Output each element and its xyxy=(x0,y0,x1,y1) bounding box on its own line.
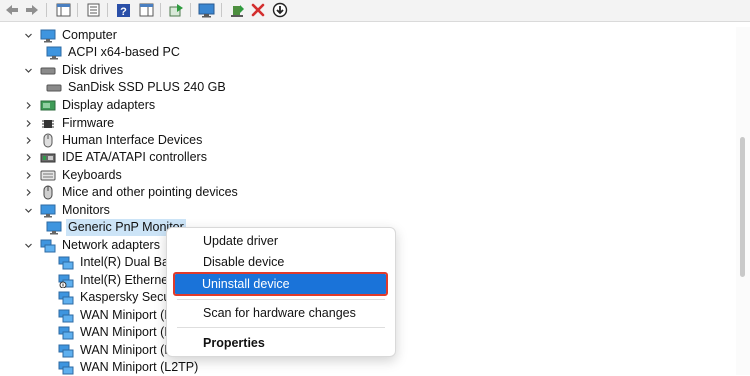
chip-icon xyxy=(40,116,56,131)
tree-item-label: Firmware xyxy=(62,116,115,130)
network-adapter-icon xyxy=(58,255,74,270)
computer-icon xyxy=(46,45,62,60)
monitor-icon xyxy=(40,203,56,218)
network-adapter-icon xyxy=(58,325,74,340)
chevron-right-icon[interactable] xyxy=(22,184,34,201)
menu-item-update-driver[interactable]: Update driver xyxy=(167,231,395,251)
ide-controller-icon xyxy=(40,150,56,165)
tree-item-disk-drives[interactable]: Disk drives xyxy=(22,62,125,79)
network-adapter-icon xyxy=(58,308,74,323)
network-adapter-icon xyxy=(58,343,74,358)
tree-item-computer[interactable]: Computer xyxy=(22,27,119,44)
tree-item-label: Disk drives xyxy=(62,63,124,77)
toolbar: ? xyxy=(0,0,750,22)
chevron-down-icon[interactable] xyxy=(22,62,34,79)
tree-item-label: ACPI x64-based PC xyxy=(68,45,180,59)
chevron-right-icon[interactable] xyxy=(22,115,34,132)
tree-item-ide[interactable]: IDE ATA/ATAPI controllers xyxy=(22,149,209,166)
tree-item-wan-miniport-l2tp[interactable]: WAN Miniport (L2TP) xyxy=(52,359,200,376)
display-adapter-icon xyxy=(40,98,56,113)
network-adapter-icon xyxy=(58,360,74,375)
help-icon[interactable]: ? xyxy=(113,1,133,19)
show-hide-console-tree-icon[interactable] xyxy=(53,1,73,19)
tree-item-generic-pnp-monitor[interactable]: Generic PnP Monitor xyxy=(40,219,186,236)
tree-item-label: Computer xyxy=(62,28,117,42)
network-adapter-disabled-icon xyxy=(58,273,74,288)
tree-item-label: IDE ATA/ATAPI controllers xyxy=(62,150,207,164)
menu-separator xyxy=(177,299,385,300)
monitor-icon xyxy=(46,220,62,235)
tree-item-display-adapters[interactable]: Display adapters xyxy=(22,97,157,114)
chevron-down-icon[interactable] xyxy=(22,237,34,254)
chevron-down-icon[interactable] xyxy=(22,202,34,219)
mouse-icon xyxy=(40,185,56,200)
tree-item-label: Display adapters xyxy=(62,98,156,112)
download-driver-icon[interactable] xyxy=(270,1,290,19)
chevron-down-icon[interactable] xyxy=(22,27,34,44)
tree-item-label: Network adapters xyxy=(62,238,160,252)
action-pane-icon[interactable] xyxy=(136,1,156,19)
context-menu: Update driver Disable device Uninstall d… xyxy=(166,227,396,357)
chevron-right-icon[interactable] xyxy=(22,167,34,184)
menu-item-scan-hardware[interactable]: Scan for hardware changes xyxy=(167,303,395,323)
tree-item-label: Mice and other pointing devices xyxy=(62,185,238,199)
tree-item-label: Keyboards xyxy=(62,168,122,182)
svg-text:?: ? xyxy=(120,6,127,18)
tree-item-firmware[interactable]: Firmware xyxy=(22,115,116,132)
scan-hardware-icon[interactable] xyxy=(196,1,216,19)
scrollbar-thumb[interactable] xyxy=(740,137,745,277)
forward-arrow-icon[interactable] xyxy=(22,1,42,19)
menu-item-uninstall-device[interactable]: Uninstall device xyxy=(173,272,388,296)
chevron-right-icon[interactable] xyxy=(22,97,34,114)
chevron-right-icon[interactable] xyxy=(22,149,34,166)
hid-icon xyxy=(40,133,56,148)
keyboard-icon xyxy=(40,168,56,183)
menu-separator xyxy=(177,327,385,328)
tree-item-mice[interactable]: Mice and other pointing devices xyxy=(22,184,240,201)
tree-item-keyboards[interactable]: Keyboards xyxy=(22,167,124,184)
vertical-scrollbar[interactable] xyxy=(736,27,750,375)
tree-item-hid[interactable]: Human Interface Devices xyxy=(22,132,204,149)
computer-icon xyxy=(40,28,56,43)
network-adapter-icon xyxy=(58,290,74,305)
uninstall-x-icon[interactable] xyxy=(248,1,268,19)
tree-item-monitors[interactable]: Monitors xyxy=(22,202,112,219)
disk-drive-icon xyxy=(46,80,62,95)
properties-icon[interactable] xyxy=(83,1,103,19)
update-driver-icon[interactable] xyxy=(166,1,186,19)
chevron-right-icon[interactable] xyxy=(22,132,34,149)
menu-item-properties[interactable]: Properties xyxy=(167,333,395,353)
tree-item-wan-miniport[interactable]: WAN Miniport (IP) xyxy=(52,324,182,341)
back-arrow-icon[interactable] xyxy=(2,1,22,19)
tree-item-label: SanDisk SSD PLUS 240 GB xyxy=(68,80,226,94)
tree-item-label: WAN Miniport (L2TP) xyxy=(80,360,199,374)
enable-device-icon[interactable] xyxy=(227,1,247,19)
disk-drive-icon xyxy=(40,63,56,78)
network-adapter-icon xyxy=(40,238,56,253)
tree-item-sandisk[interactable]: SanDisk SSD PLUS 240 GB xyxy=(40,79,228,96)
tree-item-network-adapters[interactable]: Network adapters xyxy=(22,237,162,254)
menu-item-disable-device[interactable]: Disable device xyxy=(167,252,395,272)
tree-item-acpi[interactable]: ACPI x64-based PC xyxy=(40,44,182,61)
tree-item-label: Monitors xyxy=(62,203,110,217)
tree-item-label: Human Interface Devices xyxy=(62,133,203,147)
